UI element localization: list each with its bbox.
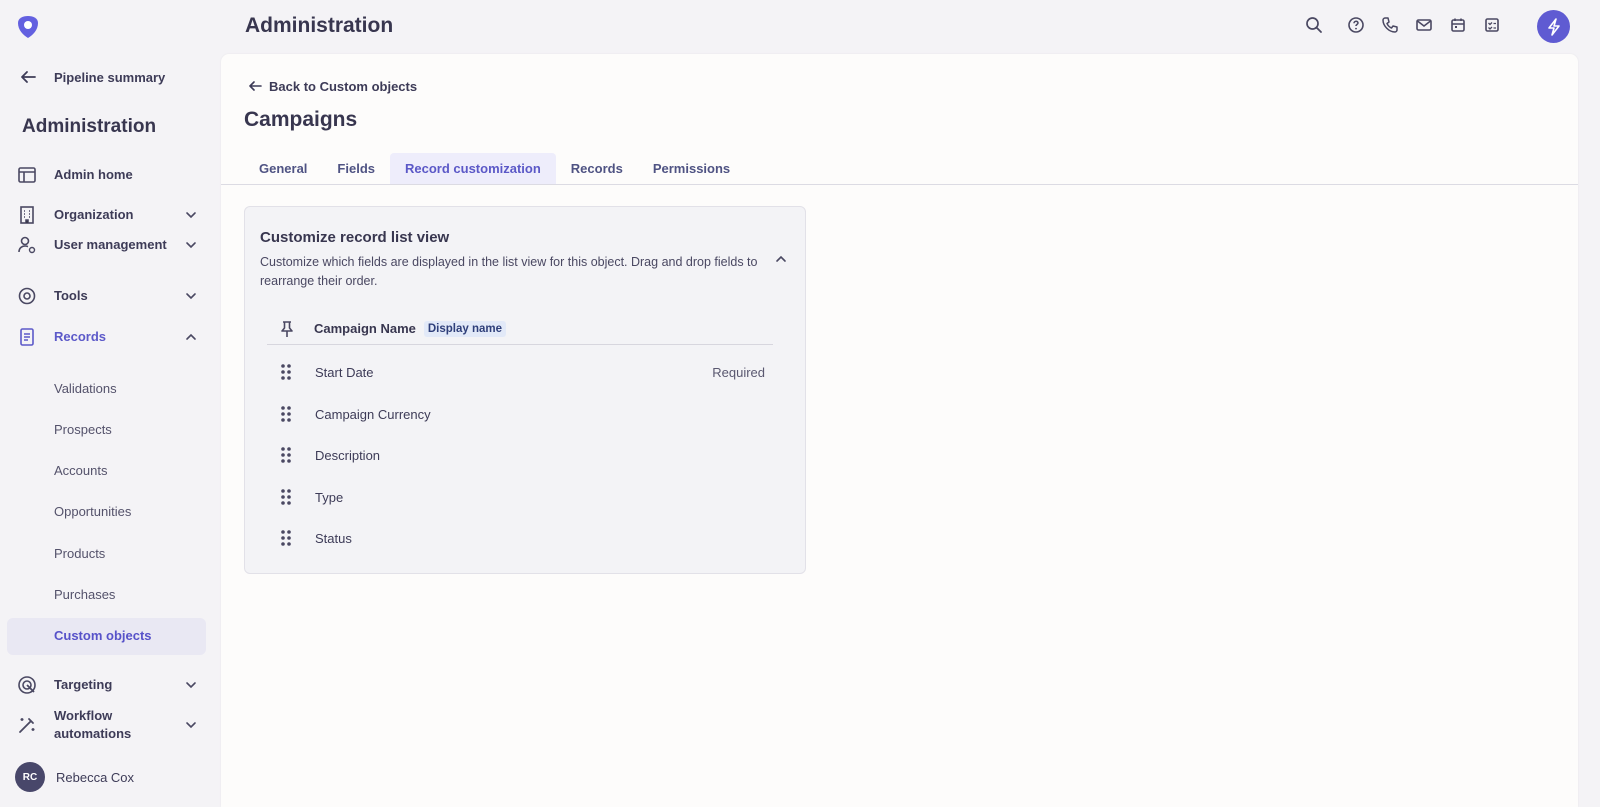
- sidebar-item-label: Records: [54, 329, 107, 344]
- phone-icon[interactable]: [1380, 15, 1400, 35]
- tab-general[interactable]: General: [244, 153, 322, 184]
- field-row-campaign-currency[interactable]: Campaign Currency: [267, 399, 773, 429]
- main-panel: Back to Custom objects Campaigns General…: [221, 54, 1578, 807]
- record-list-view-card: Customize record list view Customize whi…: [244, 206, 806, 574]
- required-label: Required: [712, 364, 765, 380]
- sidebar-subitem-purchases[interactable]: Purchases: [54, 587, 115, 602]
- back-to-custom-objects-link[interactable]: Back to Custom objects: [247, 78, 417, 94]
- sidebar-item-label: Tools: [54, 288, 88, 303]
- card-description: Customize which fields are displayed in …: [260, 255, 758, 288]
- user-gear-icon: [16, 234, 38, 256]
- sidebar-subitem-products[interactable]: Products: [54, 546, 105, 561]
- sidebar-item-user-management[interactable]: User management: [16, 234, 206, 256]
- sidebar-item-records[interactable]: Records: [16, 326, 206, 348]
- sidebar-subitem-prospects[interactable]: Prospects: [54, 422, 112, 437]
- sidebar-item-label: Targeting: [54, 677, 113, 692]
- user-name: Rebecca Cox: [56, 769, 135, 785]
- display-name-badge: Display name: [423, 320, 507, 337]
- chevron-up-icon: [184, 330, 198, 344]
- field-name: Status: [315, 530, 352, 546]
- sidebar-item-targeting[interactable]: Targeting: [16, 674, 206, 696]
- avatar: RC: [15, 762, 45, 792]
- chevron-down-icon: [184, 718, 198, 732]
- sidebar-subitem-opportunities[interactable]: Opportunities: [54, 504, 131, 519]
- help-icon[interactable]: [1346, 15, 1366, 35]
- pinned-field-row: Campaign Name Display name: [267, 315, 773, 345]
- drag-handle-icon[interactable]: [279, 405, 293, 423]
- chevron-up-icon: [773, 251, 789, 267]
- mail-icon[interactable]: [1414, 15, 1434, 35]
- drag-handle-icon[interactable]: [279, 446, 293, 464]
- object-title: Campaigns: [244, 108, 358, 131]
- tab-permissions[interactable]: Permissions: [638, 153, 745, 184]
- tools-icon: [16, 285, 38, 307]
- pipeline-summary-label: Pipeline summary: [54, 69, 166, 85]
- sidebar-item-label: Organization: [54, 207, 134, 222]
- chevron-down-icon: [184, 678, 198, 692]
- calendar-icon[interactable]: [1448, 15, 1468, 35]
- tab-bar: General Fields Record customization Reco…: [244, 153, 745, 184]
- magic-wand-icon: [16, 714, 38, 736]
- drag-handle-icon[interactable]: [279, 488, 293, 506]
- tasks-icon[interactable]: [1482, 15, 1502, 35]
- sidebar-subitem-accounts[interactable]: Accounts: [54, 463, 107, 478]
- search-icon[interactable]: [1304, 15, 1324, 35]
- layout-icon: [16, 164, 38, 186]
- field-row-status[interactable]: Status: [267, 523, 773, 553]
- sidebar-subitem-validations[interactable]: Validations: [54, 381, 117, 396]
- arrow-left-icon: [247, 78, 263, 94]
- sidebar-subitem-custom-objects[interactable]: Custom objects: [54, 628, 152, 643]
- pin-icon: [277, 319, 297, 339]
- sidebar-item-admin-home[interactable]: Admin home: [16, 164, 206, 186]
- back-to-custom-objects-label: Back to Custom objects: [269, 78, 418, 94]
- field-name: Type: [315, 489, 344, 505]
- sidebar-item-workflow-automations[interactable]: Workflow automations: [16, 707, 206, 743]
- header-toolbar: [1290, 15, 1502, 35]
- app-logo-icon[interactable]: [15, 14, 41, 40]
- target-icon: [16, 674, 38, 696]
- tab-records[interactable]: Records: [556, 153, 638, 184]
- page-header-title: Administration: [245, 14, 394, 37]
- sidebar-item-label: Workflow automations: [54, 708, 132, 741]
- tab-fields[interactable]: Fields: [322, 153, 390, 184]
- quick-actions-button[interactable]: [1537, 10, 1570, 43]
- tabs-divider: [221, 184, 1578, 185]
- field-row-start-date[interactable]: Start Date Required: [267, 357, 773, 387]
- drag-handle-icon[interactable]: [279, 529, 293, 547]
- sidebar-item-tools[interactable]: Tools: [16, 285, 206, 307]
- card-title: Customize record list view: [260, 229, 450, 246]
- chevron-down-icon: [184, 208, 198, 222]
- pipeline-summary-back-link[interactable]: Pipeline summary: [18, 66, 165, 88]
- field-name: Start Date: [315, 364, 374, 380]
- sidebar-item-label: User management: [54, 237, 167, 252]
- building-icon: [16, 204, 38, 226]
- arrow-left-icon: [18, 67, 38, 87]
- field-row-description[interactable]: Description: [267, 440, 773, 470]
- field-name: Description: [315, 447, 381, 463]
- field-name: Campaign Currency: [315, 406, 431, 422]
- sidebar-item-organization[interactable]: Organization: [16, 204, 206, 226]
- pinned-field-name: Campaign Name: [314, 321, 416, 336]
- sidebar-title: Administration: [22, 116, 157, 137]
- tab-record-customization[interactable]: Record customization: [390, 153, 556, 184]
- collapse-button[interactable]: [773, 251, 789, 267]
- document-icon: [16, 326, 38, 348]
- user-profile[interactable]: RC Rebecca Cox: [15, 762, 134, 792]
- chevron-down-icon: [184, 238, 198, 252]
- chevron-down-icon: [184, 289, 198, 303]
- sidebar-item-label: Admin home: [54, 167, 133, 182]
- lightning-bolt-icon: [1546, 17, 1562, 36]
- sidebar: Pipeline summary Administration Admin ho…: [0, 0, 221, 807]
- field-row-type[interactable]: Type: [267, 482, 773, 512]
- drag-handle-icon[interactable]: [279, 363, 293, 381]
